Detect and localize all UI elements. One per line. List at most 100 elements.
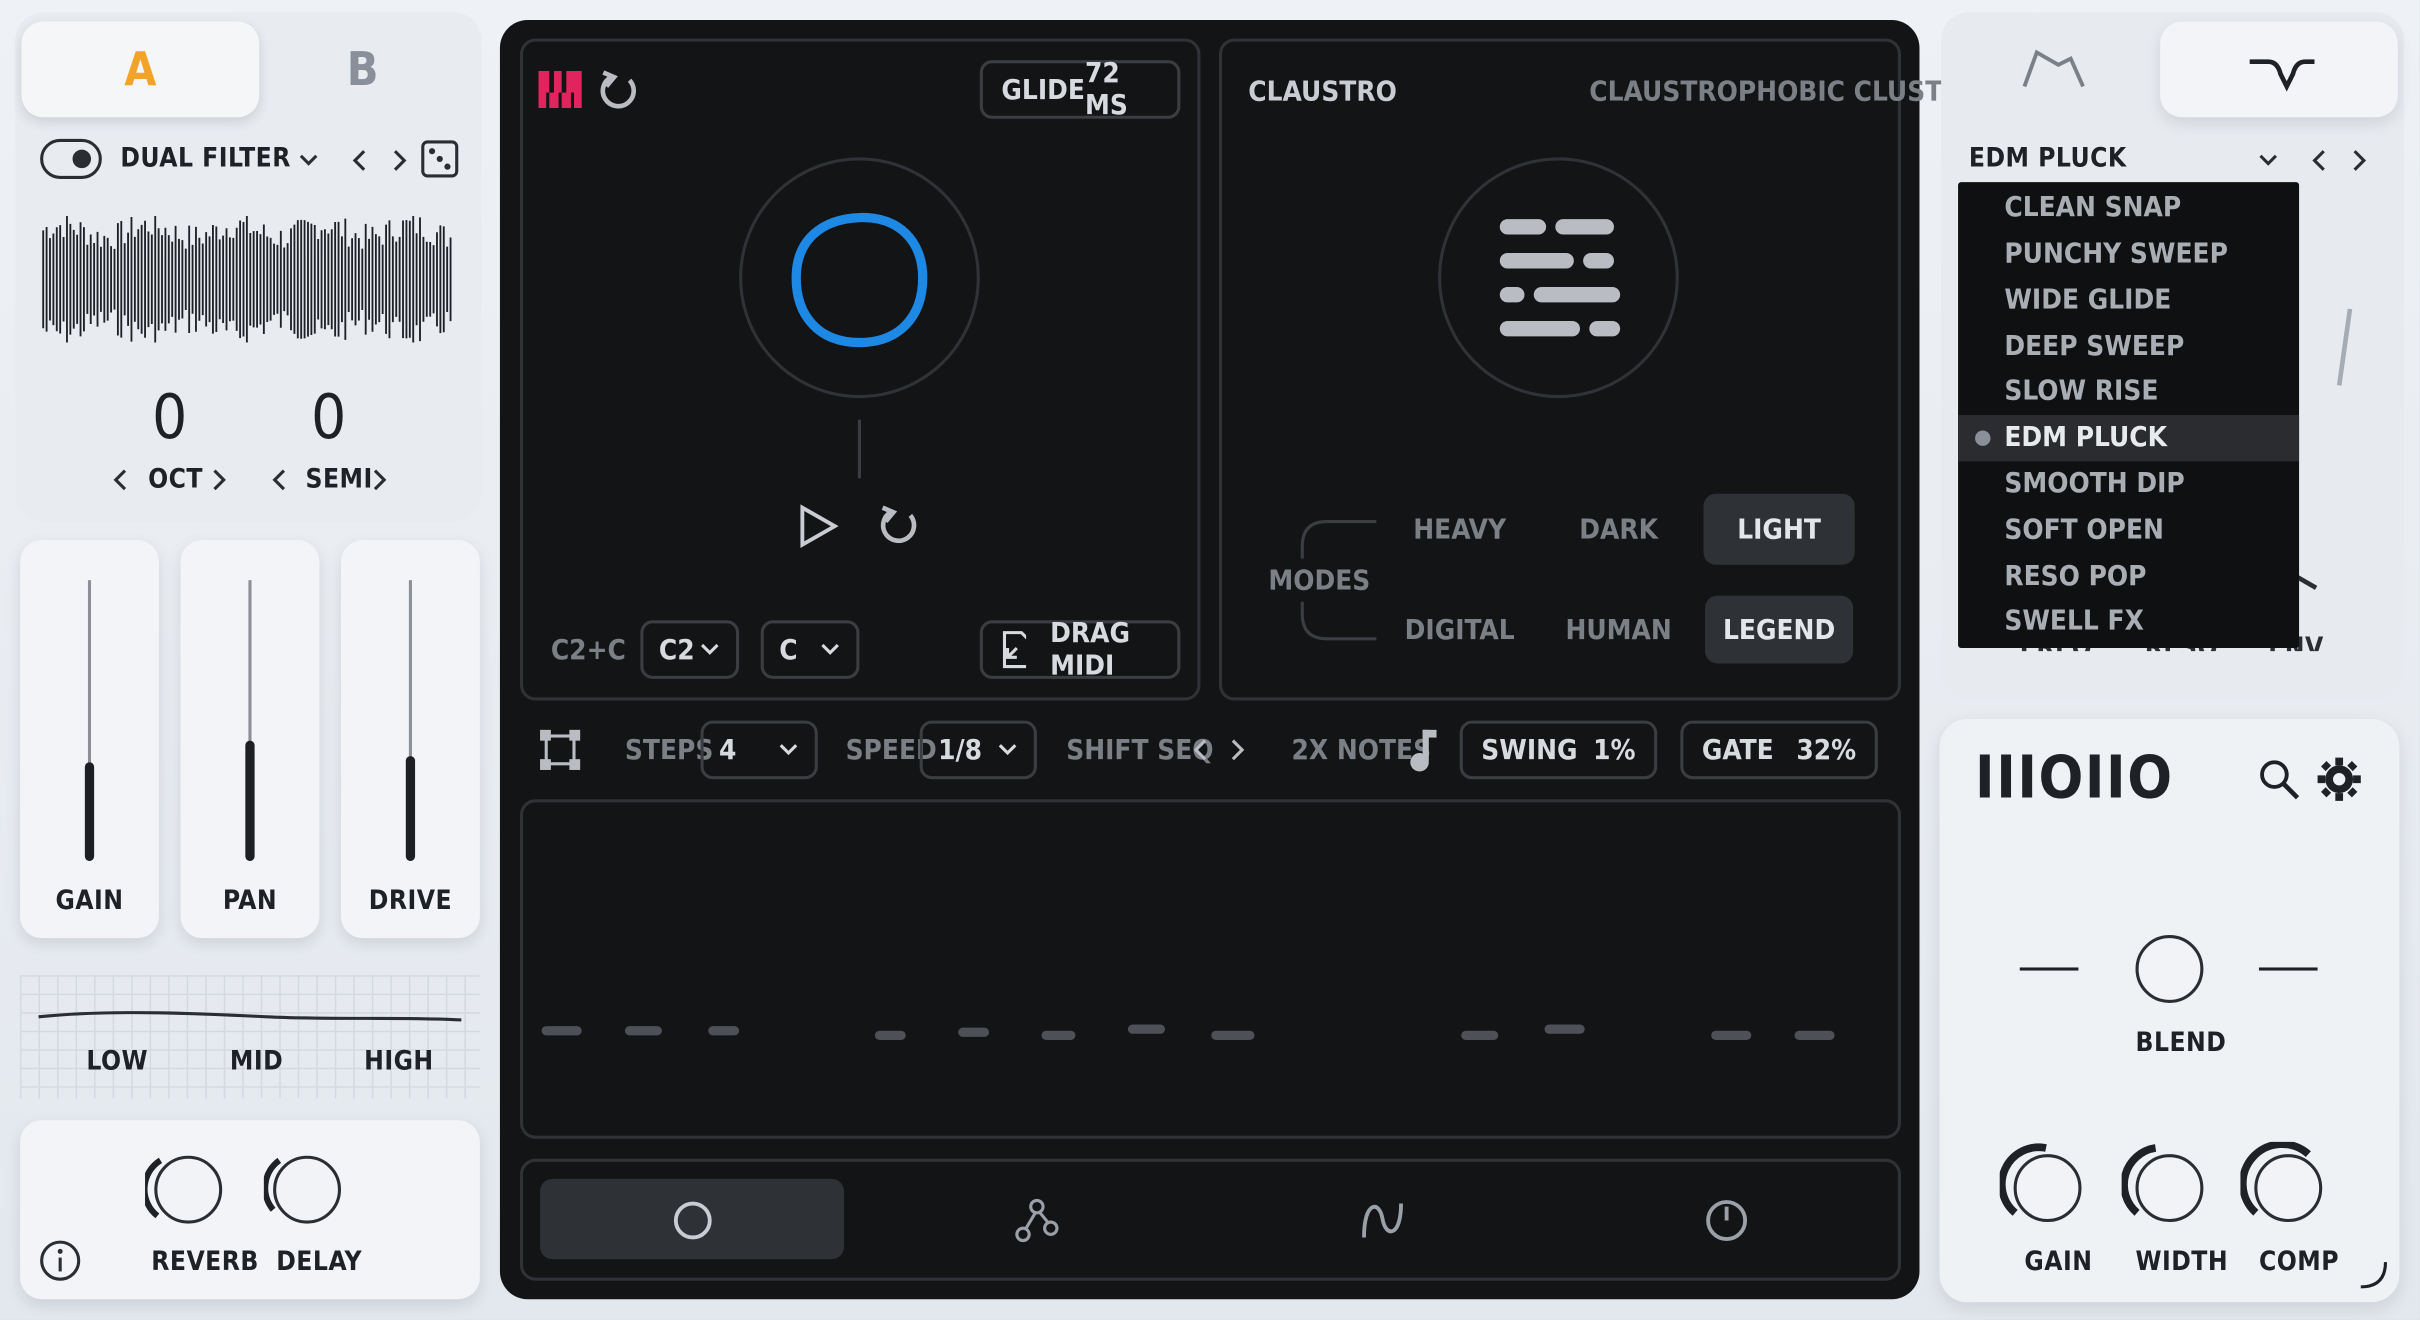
key-select[interactable]: C	[760, 620, 860, 679]
dropdown-item[interactable]: SMOOTH DIP	[2004, 461, 2184, 507]
dropdown-item[interactable]: DEEP SWEEP	[2004, 324, 2184, 370]
note-step[interactable]	[874, 1030, 906, 1040]
gain-arc	[1999, 1143, 2047, 1216]
filter-preset-select[interactable]: EDM PLUCK	[1969, 143, 2127, 174]
tab-a[interactable]: A	[21, 21, 260, 118]
nodes-icon[interactable]	[1014, 1197, 1060, 1243]
music-note-icon[interactable]	[1404, 727, 1441, 773]
note-step[interactable]	[541, 1026, 582, 1036]
dial-stem	[857, 419, 861, 479]
oct-up-icon[interactable]	[210, 468, 229, 493]
glide-control[interactable]: GLIDE 72 MS	[979, 57, 1181, 122]
octave-select[interactable]: C2	[640, 620, 740, 679]
mode-heavy[interactable]: HEAVY	[1389, 494, 1531, 565]
wave-icon[interactable]	[1358, 1194, 1407, 1246]
note-step[interactable]	[1127, 1024, 1165, 1034]
dropdown-item[interactable]: SOFT OPEN	[2004, 508, 2164, 554]
power-timer-icon[interactable]	[1703, 1197, 1749, 1243]
chevron-down-icon	[821, 643, 839, 655]
prev-arrow-icon[interactable]	[349, 147, 371, 175]
oct-value: 0	[152, 382, 188, 454]
drag-midi-button[interactable]: DRAG MIDI	[979, 617, 1181, 682]
dropdown-item[interactable]: PUNCHY SWEEP	[2004, 231, 2228, 277]
mode-digital[interactable]: DIGITAL	[1389, 596, 1531, 664]
filter-toggle[interactable]	[40, 138, 102, 179]
resize-handle-icon[interactable]	[2355, 1256, 2392, 1293]
dropdown-item[interactable]: SWELL FX	[2004, 599, 2144, 645]
dropdown-item[interactable]: WIDE GLIDE	[2004, 278, 2171, 324]
note-step[interactable]	[1711, 1030, 1752, 1040]
modes-label: MODES	[1268, 564, 1371, 598]
piano-roll[interactable]	[519, 799, 1901, 1139]
swing-control[interactable]: SWING 1%	[1459, 720, 1658, 780]
search-icon[interactable]	[2256, 756, 2302, 802]
prev-arrow-icon[interactable]	[2308, 147, 2330, 175]
brand-logo: IIIOIIO	[1975, 743, 2174, 812]
steps-value: 4	[719, 733, 737, 767]
info-icon[interactable]	[37, 1237, 83, 1283]
filter-shape-peak-icon[interactable]	[2018, 43, 2089, 95]
preset-description: CLAUSTROPHOBIC CLUSTER	[1589, 75, 1979, 109]
next-arrow-icon[interactable]	[2348, 147, 2370, 175]
regenerate-icon[interactable]	[599, 68, 642, 111]
steps-select[interactable]: 4	[700, 720, 818, 780]
chevron-down-icon	[998, 744, 1017, 756]
semi-down-icon[interactable]	[270, 468, 289, 493]
gain-knob-label: GAIN	[2024, 1246, 2093, 1278]
dropdown-item[interactable]: RESO POP	[2004, 554, 2146, 600]
gear-icon[interactable]	[2316, 756, 2362, 802]
pattern-lines-icon	[1499, 219, 1621, 337]
gate-control[interactable]: GATE 32%	[1680, 720, 1878, 780]
reverb-label: REVERB	[151, 1246, 259, 1278]
drive-fader-label: DRIVE	[368, 885, 453, 917]
note-step[interactable]	[1794, 1030, 1835, 1040]
play-icon[interactable]	[795, 503, 841, 549]
note-step[interactable]	[958, 1027, 990, 1037]
tab-b[interactable]: B	[262, 22, 463, 118]
shift-left-icon[interactable]	[1191, 738, 1210, 763]
oct-down-icon[interactable]	[111, 468, 130, 493]
selected-dot-icon	[1975, 430, 1991, 446]
fit-frame-icon[interactable]	[539, 728, 582, 771]
dropdown-item[interactable]: CLEAN SNAP	[2004, 185, 2181, 231]
dice-icon[interactable]	[420, 139, 460, 179]
blend-knob[interactable]	[2135, 935, 2204, 1003]
speed-select[interactable]: 1/8	[919, 720, 1037, 780]
chevron-down-icon[interactable]	[296, 148, 321, 173]
semi-value: 0	[310, 382, 347, 454]
gain-fader[interactable]: GAIN	[20, 540, 159, 939]
drive-fader[interactable]: DRIVE	[341, 540, 480, 939]
next-arrow-icon[interactable]	[389, 147, 411, 175]
chevron-down-icon	[700, 643, 719, 655]
blend-left-line	[2019, 967, 2079, 971]
chevron-down-icon[interactable]	[2256, 148, 2281, 173]
note-step[interactable]	[624, 1026, 662, 1036]
semi-up-icon[interactable]	[370, 468, 389, 493]
note-step[interactable]	[1461, 1030, 1499, 1040]
delay-label: DELAY	[276, 1246, 363, 1278]
note-step[interactable]	[1211, 1030, 1255, 1040]
pan-fader-label: PAN	[222, 885, 278, 917]
mode-legend[interactable]: LEGEND	[1705, 595, 1854, 664]
toggle-knob	[72, 149, 92, 169]
eq-mid-label: MID	[229, 1046, 284, 1078]
mode-light[interactable]: LIGHT	[1703, 493, 1855, 565]
dropdown-item[interactable]: SLOW RISE	[2004, 369, 2158, 415]
dropdown-item-selected[interactable]: EDM PLUCK	[2004, 415, 2167, 461]
mode-dark[interactable]: DARK	[1548, 494, 1690, 565]
blend-right-line	[2258, 967, 2318, 971]
eq-display[interactable]	[20, 975, 480, 1099]
midi-keys-icon[interactable]	[537, 68, 583, 111]
width-knob-label: WIDTH	[2135, 1246, 2229, 1278]
mode-human[interactable]: HUMAN	[1548, 596, 1690, 664]
note-step[interactable]	[708, 1026, 740, 1036]
fader-fill	[405, 756, 416, 861]
note-step[interactable]	[1041, 1030, 1076, 1040]
delay-arc	[263, 1157, 282, 1212]
shift-right-icon[interactable]	[1228, 738, 1247, 763]
fader-fill	[84, 762, 95, 861]
loop-icon[interactable]	[876, 503, 922, 549]
blob-shape-icon	[791, 212, 928, 348]
pan-fader[interactable]: PAN	[180, 540, 320, 939]
note-step[interactable]	[1544, 1024, 1585, 1034]
